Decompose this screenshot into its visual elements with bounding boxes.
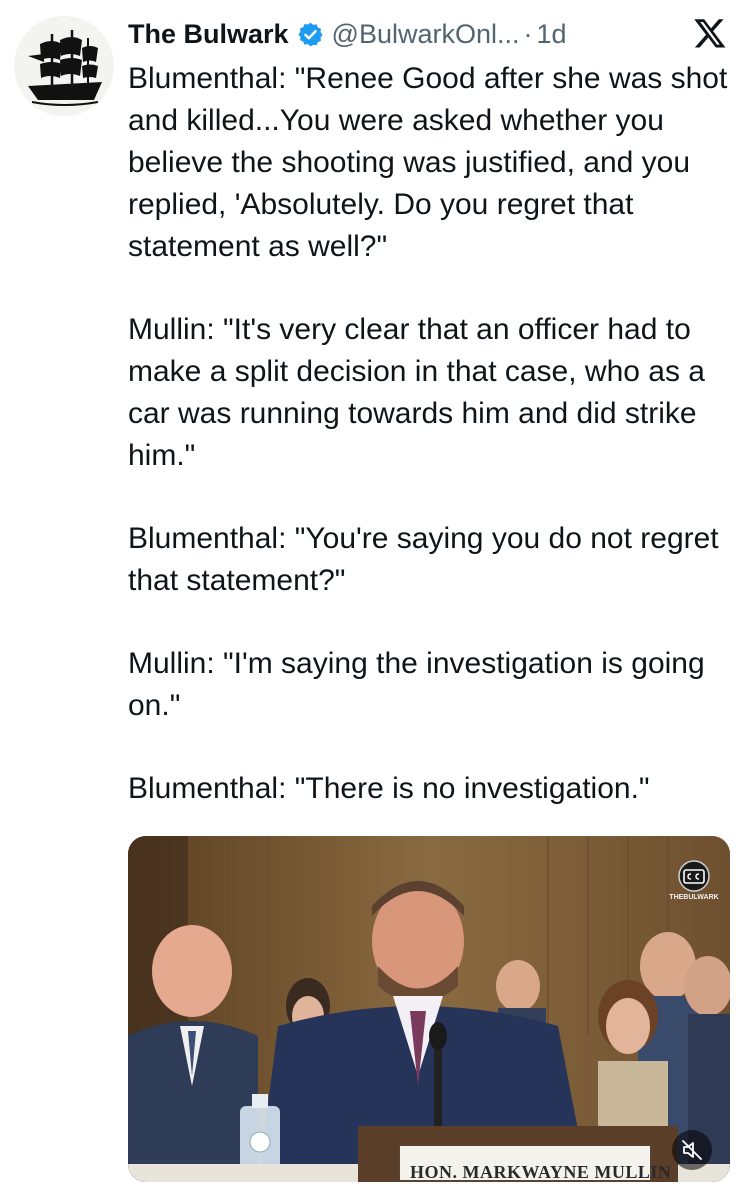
tweet-paragraph: Blumenthal: "You're saying you do not re… (128, 522, 719, 597)
speaker-muted-icon (682, 1140, 702, 1160)
tweet-paragraph: Blumenthal: "Renee Good after she was sh… (128, 62, 728, 263)
author-avatar[interactable] (14, 16, 114, 116)
author-name[interactable]: The Bulwark (128, 19, 289, 50)
header-separator: · (523, 18, 533, 49)
tweet-header: The Bulwark @BulwarkOnl... · 1d (128, 12, 567, 56)
watermark-text: THEBULWARK (669, 894, 719, 901)
tweet-paragraph: Mullin: "I'm saying the investigation is… (128, 647, 705, 722)
x-logo-icon[interactable] (693, 16, 727, 50)
author-handle[interactable]: @BulwarkOnl... (332, 19, 520, 50)
verified-badge-icon (297, 22, 323, 46)
video-frame (128, 836, 730, 1182)
video-player[interactable]: HON. MARKWAYNE MULLIN THEBULWARK (128, 836, 730, 1182)
nameplate-text: HON. MARKWAYNE MULLIN (410, 1162, 672, 1182)
tweet-text: Blumenthal: "Renee Good after she was sh… (128, 58, 740, 851)
nameplate: HON. MARKWAYNE MULLIN (398, 1144, 671, 1182)
mute-button[interactable] (672, 1130, 712, 1170)
tweet-paragraph: Blumenthal: "There is no investigation." (128, 772, 650, 805)
pirate-ship-logo (14, 16, 114, 116)
tweet-paragraph: Mullin: "It's very clear that an officer… (128, 313, 705, 472)
tweet-timestamp[interactable]: 1d (537, 19, 567, 50)
closed-captions-icon: THEBULWARK (669, 858, 719, 908)
